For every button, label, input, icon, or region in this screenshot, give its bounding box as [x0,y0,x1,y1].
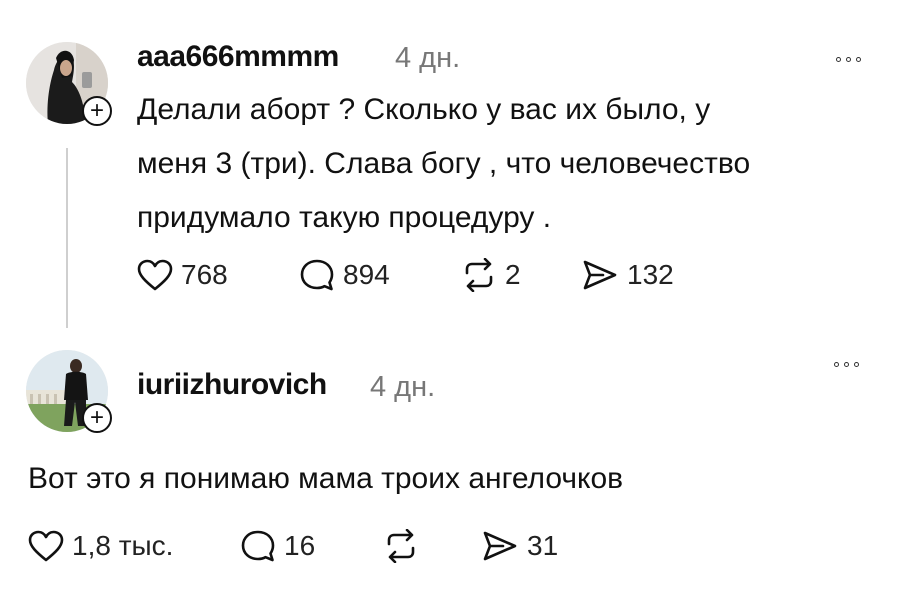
more-icon[interactable] [834,362,859,367]
repost-icon [465,258,493,292]
username[interactable]: iuriizhurovich [137,368,327,402]
post-text: Делали аборт ? Сколько у вас их было, у … [137,83,750,245]
like-count: 1,8 тыс. [72,530,174,561]
post-text-line: Делали аборт ? Сколько у вас их было, у [137,93,711,126]
share-count: 132 [627,259,674,290]
comment-count: 16 [284,530,316,561]
comment-count: 894 [343,259,390,290]
repost-button[interactable] [383,529,481,563]
comment-icon [300,259,334,291]
share-count: 31 [527,530,559,561]
post-text-line: придумало такую процедуру . [137,201,552,234]
heart-icon [28,530,64,562]
post-1: + aaa666mmmm 4 дн. Делали аборт ? Скольк… [0,0,900,340]
post-2: + iuriizhurovich 4 дн. Вот это я понимаю… [0,340,900,593]
more-icon[interactable] [836,57,861,62]
heart-icon [137,259,173,291]
post-text: Вот это я понимаю мама троих ангелочков [28,462,624,495]
like-button[interactable]: 768 [137,259,299,291]
like-button[interactable]: 1,8 тыс. [28,530,240,562]
share-icon [583,260,617,290]
follow-plus-icon[interactable]: + [82,403,112,433]
share-button[interactable]: 132 [581,258,674,292]
share-icon [483,531,517,561]
comment-icon [241,530,275,562]
action-bar: 1,8 тыс. 16 31 [28,529,558,563]
comment-button[interactable]: 894 [299,258,461,292]
repost-count: 2 [505,259,521,290]
follow-plus-icon[interactable]: + [82,96,112,126]
username[interactable]: aaa666mmmm [137,40,339,74]
comment-button[interactable]: 16 [240,529,383,563]
action-bar: 768 894 2 132 [137,258,674,292]
share-button[interactable]: 31 [481,529,558,563]
like-count: 768 [181,259,228,290]
repost-icon [387,529,415,563]
timestamp: 4 дн. [370,371,436,403]
timestamp: 4 дн. [395,42,461,74]
repost-button[interactable]: 2 [461,258,581,292]
thread-line [66,148,68,328]
post-text-line: меня 3 (три). Слава богу , что человечес… [137,147,751,180]
